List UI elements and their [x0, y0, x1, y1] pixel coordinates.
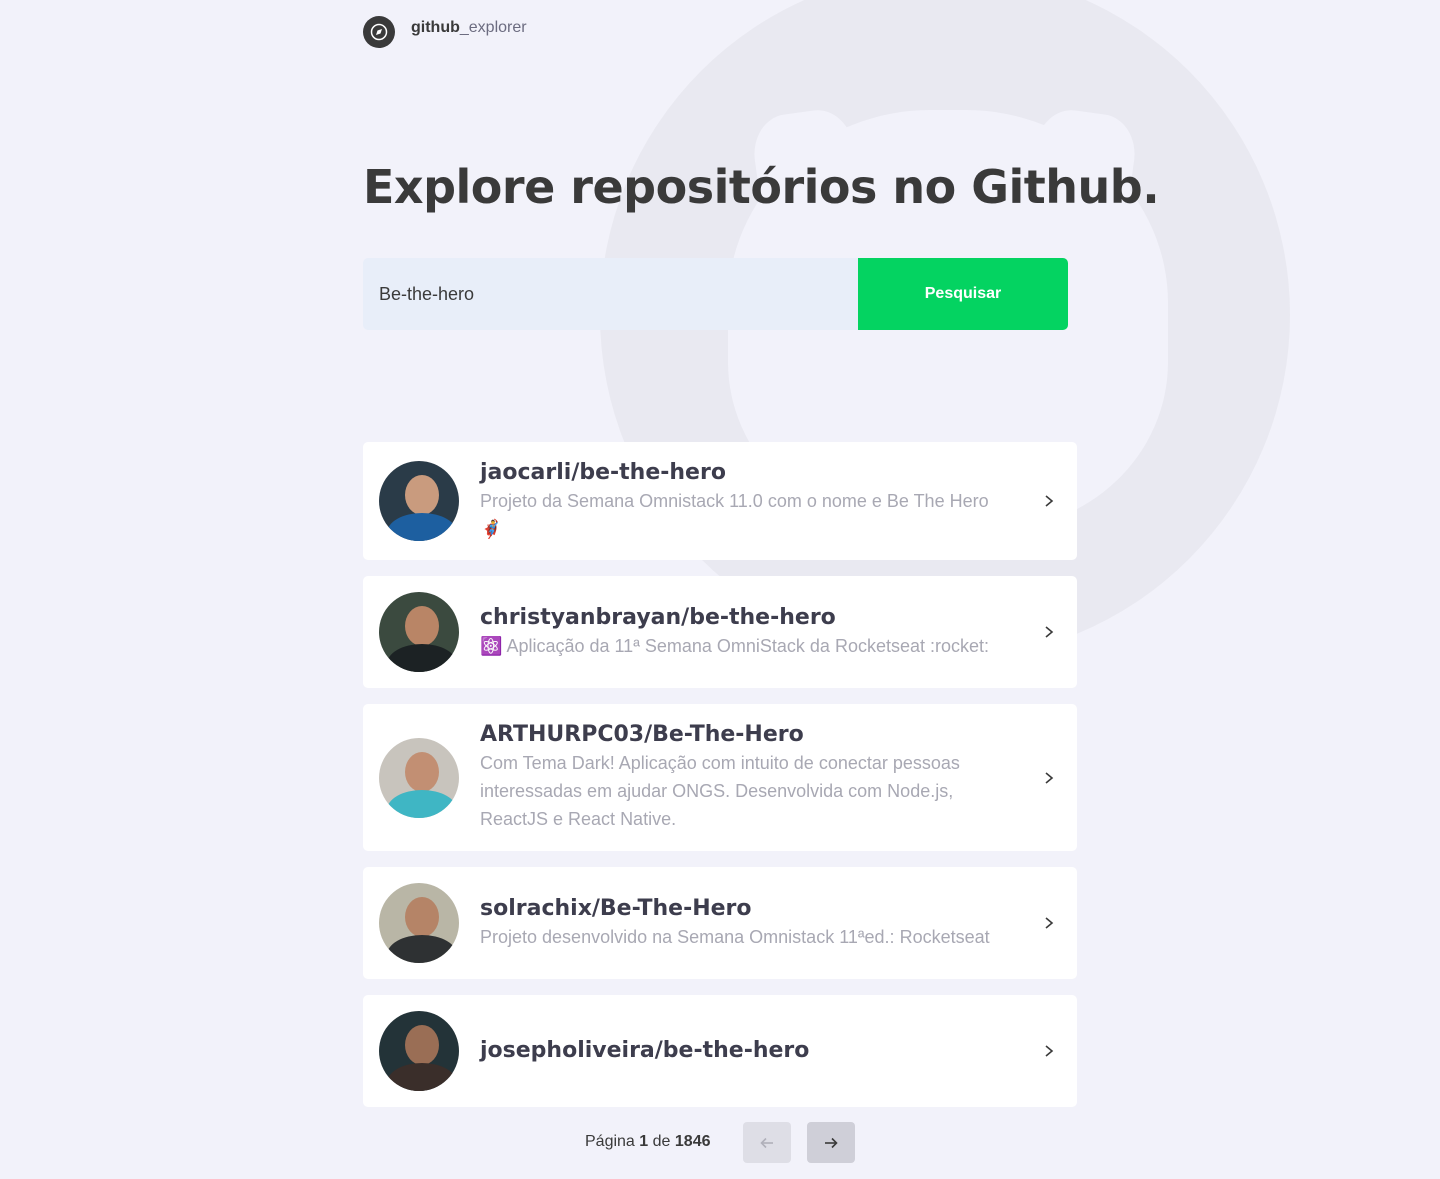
repository-info: jaocarli/be-the-hero Projeto da Semana O… — [480, 460, 1021, 543]
page-label-prefix: Página — [585, 1133, 635, 1150]
repository-description: ⚛️ Aplicação da 11ª Semana OmniStack da … — [480, 632, 1021, 660]
repository-item[interactable]: ARTHURPC03/Be-The-Hero Com Tema Dark! Ap… — [363, 704, 1077, 851]
pagination: Página 1 de 1846 — [363, 1122, 1077, 1163]
avatar — [379, 737, 459, 818]
page-indicator: Página 1 de 1846 — [585, 1133, 710, 1151]
chevron-right-icon — [1037, 493, 1061, 509]
brand-logo[interactable]: github_explorer — [363, 16, 527, 48]
brand-name-light: _explorer — [459, 19, 527, 36]
avatar — [379, 883, 459, 963]
repository-item[interactable]: christyanbrayan/be-the-hero ⚛️ Aplicação… — [363, 576, 1077, 688]
search-form: Pesquisar — [363, 258, 1068, 330]
superhero-emoji-icon: 🦸‍♂️ — [480, 518, 503, 539]
repository-info: ARTHURPC03/Be-The-Hero Com Tema Dark! Ap… — [480, 722, 1021, 833]
arrow-right-icon — [825, 1137, 838, 1148]
chevron-right-icon — [1037, 1043, 1061, 1059]
repository-name: solrachix/Be-The-Hero — [480, 895, 752, 921]
repository-item[interactable]: josepholiveira/be-the-hero — [363, 995, 1077, 1107]
repository-info: josepholiveira/be-the-hero — [480, 1038, 1021, 1064]
repository-info: solrachix/Be-The-Hero Projeto desenvolvi… — [480, 896, 1021, 951]
repository-name: ARTHURPC03/Be-The-Hero — [480, 722, 804, 747]
avatar — [379, 1011, 459, 1091]
chevron-right-icon — [1037, 770, 1061, 786]
avatar — [379, 592, 459, 672]
repository-description: Com Tema Dark! Aplicação com intuito de … — [480, 753, 960, 829]
repository-description: Projeto desenvolvido na Semana Omnistack… — [480, 926, 990, 947]
search-button[interactable]: Pesquisar — [858, 258, 1068, 330]
atom-emoji-icon: ⚛️ — [480, 635, 503, 656]
repository-description: Projeto da Semana Omnistack 11.0 com o n… — [480, 487, 1021, 543]
avatar — [379, 461, 459, 541]
repository-description-text: Aplicação da 11ª Semana OmniStack da Roc… — [506, 635, 990, 656]
repository-name: josepholiveira/be-the-hero — [480, 1038, 810, 1063]
chevron-right-icon — [1037, 915, 1061, 931]
next-page-button[interactable] — [807, 1122, 855, 1163]
page-label-mid: de — [652, 1133, 671, 1150]
previous-page-button[interactable] — [743, 1122, 791, 1163]
compass-icon — [363, 16, 395, 48]
repository-item[interactable]: jaocarli/be-the-hero Projeto da Semana O… — [363, 442, 1077, 560]
repository-item[interactable]: solrachix/Be-The-Hero Projeto desenvolvi… — [363, 867, 1077, 979]
arrow-left-icon — [760, 1137, 773, 1148]
chevron-right-icon — [1037, 624, 1061, 640]
brand-name-bold: github — [411, 19, 460, 36]
total-pages: 1846 — [674, 1133, 711, 1150]
repository-info: christyanbrayan/be-the-hero ⚛️ Aplicação… — [480, 605, 1021, 660]
brand-name: github_explorer — [411, 19, 527, 37]
search-input[interactable] — [363, 258, 858, 330]
repository-description-text: Projeto da Semana Omnistack 11.0 com o n… — [480, 490, 989, 511]
current-page: 1 — [639, 1133, 649, 1150]
repository-name: jaocarli/be-the-hero — [480, 459, 726, 485]
page-title: Explore repositórios no Github. — [363, 160, 1160, 214]
repository-name: christyanbrayan/be-the-hero — [480, 604, 836, 630]
